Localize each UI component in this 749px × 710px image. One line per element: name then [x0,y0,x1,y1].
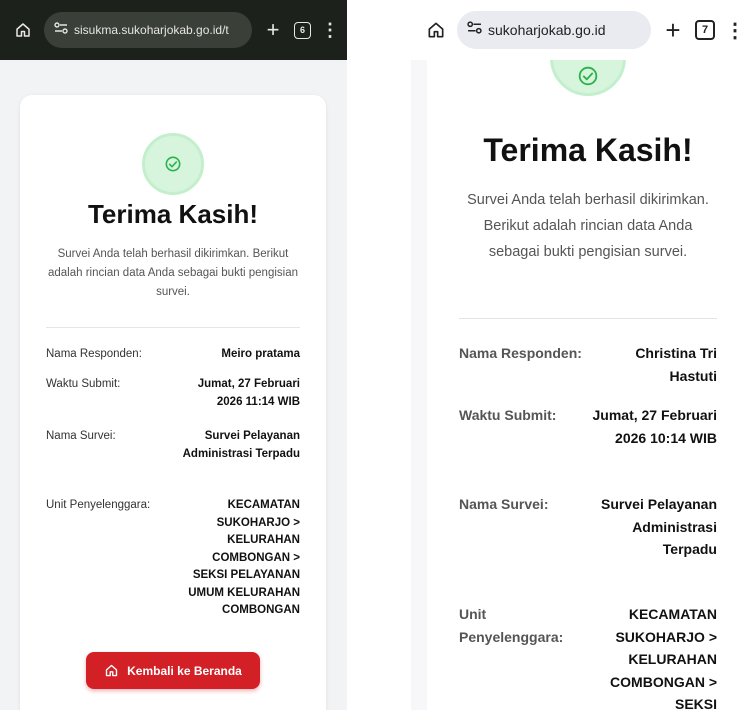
detail-value: Jumat, 27 Februari 2026 11:14 WIB [197,378,300,408]
site-settings-icon[interactable] [54,21,68,39]
detail-row-unit: Unit Penyelenggara: KECAMATAN SUKOHARJO … [46,497,300,620]
detail-label: Unit Penyelenggara: [46,499,151,511]
more-menu-icon[interactable]: ⋮ [725,18,745,43]
detail-label: Unit Penyelenggara: [459,606,564,645]
home-icon[interactable] [12,19,34,41]
detail-value: Meiro pratama [221,348,300,360]
success-message: Survei Anda telah berhasil dikirimkan. B… [467,192,709,260]
detail-label: Nama Survei: [459,496,549,512]
detail-row-submit-time: Waktu Submit: Jumat, 27 Februari 2026 10… [459,404,717,449]
detail-row-respondent: Nama Responden: Christina Tri Hastuti [459,342,717,387]
detail-row-survey-name: Nama Survei: Survei Pelayanan Administra… [459,493,717,561]
detail-row-unit: Unit Penyelenggara: KECAMATAN SUKOHARJO … [459,603,717,710]
button-label: Kembali ke Beranda [127,663,242,678]
home-icon[interactable] [425,19,447,41]
site-settings-icon[interactable] [467,21,482,39]
confirmation-card: Terima Kasih! Survei Anda telah berhasil… [427,20,749,710]
new-tab-icon[interactable]: + [262,17,284,43]
detail-label: Nama Responden: [46,348,142,360]
back-to-home-button[interactable]: Kembali ke Beranda [86,652,260,689]
new-tab-icon[interactable]: + [661,15,685,46]
detail-value: Christina Tri Hastuti [635,345,717,384]
detail-value: Survei Pelayanan Administrasi Terpadu [182,430,300,460]
divider [459,318,717,319]
url-text: sukoharjokab.go.id [488,22,606,38]
success-message: Survei Anda telah berhasil dikirimkan. B… [48,248,298,298]
detail-value: Survei Pelayanan Administrasi Terpadu [601,496,717,557]
success-check-icon [142,133,204,195]
page-title: Terima Kasih! [87,199,258,229]
confirmation-card: Terima Kasih! Survei Anda telah berhasil… [20,95,326,710]
more-menu-icon[interactable]: ⋮ [321,20,339,41]
detail-value: Jumat, 27 Februari 2026 10:14 WIB [592,407,718,446]
url-text: sisukma.sukoharjokab.go.id/t [74,23,229,37]
divider [46,327,300,328]
detail-value: KECAMATAN SUKOHARJO > KELURAHAN COMBONGA… [610,606,717,710]
address-bar[interactable]: sisukma.sukoharjokab.go.id/t [44,12,252,48]
tab-switcher-button[interactable]: 6 [294,21,311,39]
detail-row-respondent: Nama Responden: Meiro pratama [46,346,300,364]
page-title: Terima Kasih! [483,132,693,168]
detail-label: Waktu Submit: [46,378,121,390]
detail-row-survey-name: Nama Survei: Survei Pelayanan Administra… [46,428,300,463]
detail-label: Waktu Submit: [459,407,557,423]
detail-row-submit-time: Waktu Submit: Jumat, 27 Februari 2026 11… [46,376,300,411]
detail-value: KECAMATAN SUKOHARJO > KELURAHAN COMBONGA… [188,499,300,616]
home-icon [105,664,118,677]
browser-toolbar: sisukma.sukoharjokab.go.id/t + 6 ⋮ [0,0,347,60]
left-screenshot: sisukma.sukoharjokab.go.id/t + 6 ⋮ Terim… [0,0,347,710]
address-bar[interactable]: sukoharjokab.go.id [457,11,651,49]
browser-toolbar: sukoharjokab.go.id + 7 ⋮ [411,0,749,60]
detail-label: Nama Survei: [46,430,116,442]
right-screenshot: Terima Kasih! Survei Anda telah berhasil… [411,0,749,710]
tab-switcher-button[interactable]: 7 [695,20,715,40]
detail-label: Nama Responden: [459,345,582,361]
